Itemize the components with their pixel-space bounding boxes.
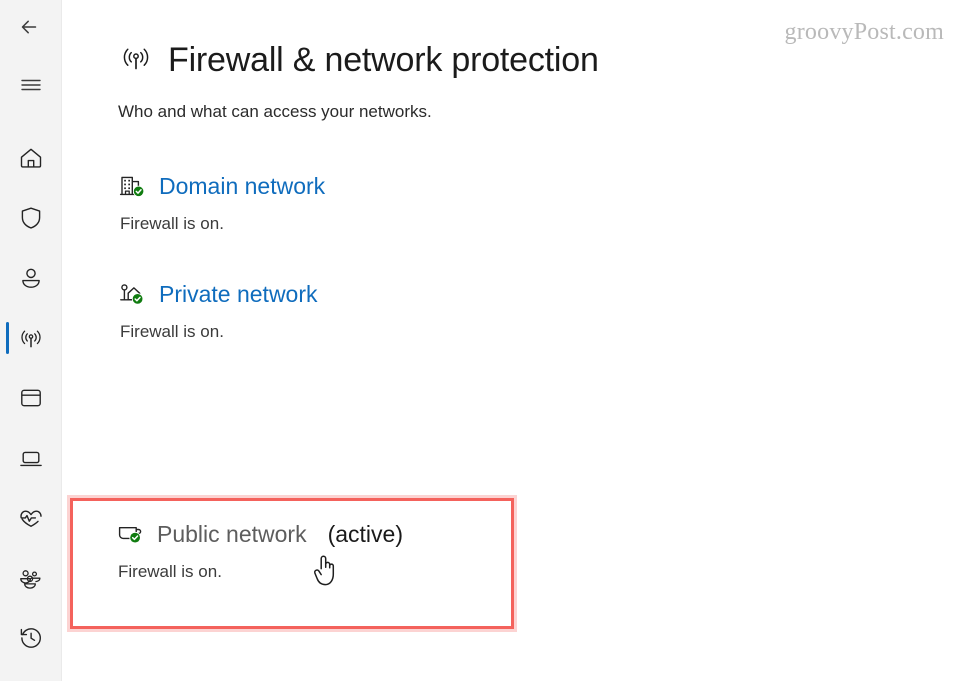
network-list: Domain network Firewall is on. Private n…	[118, 172, 970, 342]
network-link-domain[interactable]: Domain network	[159, 173, 325, 200]
sidebar-item-firewall-network-protection[interactable]	[0, 308, 62, 368]
history-clock-icon	[17, 624, 45, 652]
network-link-private[interactable]: Private network	[159, 281, 318, 308]
network-heading-row: Domain network	[118, 172, 970, 200]
domain-building-icon	[118, 172, 146, 200]
windows-security-window: groovyPost.com Firewall & network protec…	[0, 0, 970, 681]
app-window-icon	[17, 384, 45, 412]
network-status-private: Firewall is on.	[120, 322, 224, 341]
wifi-signal-icon	[118, 40, 154, 81]
hamburger-menu-button[interactable]	[0, 64, 62, 106]
sidebar-item-family-options[interactable]	[0, 548, 62, 608]
page-subtitle: Who and what can access your networks.	[118, 102, 432, 121]
network-section-private: Private network Firewall is on.	[118, 280, 970, 342]
watermark: groovyPost.com	[784, 19, 944, 45]
back-button[interactable]	[0, 6, 62, 48]
network-section-public: Public network (active) Firewall is on.	[116, 520, 516, 582]
home-icon	[17, 144, 45, 172]
content-pane: groovyPost.com Firewall & network protec…	[62, 0, 970, 681]
network-link-public[interactable]: Public network	[157, 521, 307, 548]
sidebar-item-account-protection[interactable]	[0, 248, 62, 308]
green-check-badge	[133, 185, 145, 197]
network-status-public: Firewall is on.	[118, 562, 222, 581]
sidebar-item-app-browser-control[interactable]	[0, 368, 62, 428]
network-heading-row: Public network (active)	[116, 520, 516, 548]
laptop-icon	[17, 444, 45, 472]
network-heading-row: Private network	[118, 280, 970, 308]
network-status-domain: Firewall is on.	[120, 214, 224, 233]
green-check-badge	[131, 293, 144, 305]
sidebar-item-protection-history[interactable]	[0, 608, 62, 668]
people-group-icon	[17, 564, 45, 592]
page-title: Firewall & network protection	[168, 41, 599, 79]
green-check-badge	[129, 531, 141, 544]
sidebar-item-device-security[interactable]	[0, 428, 62, 488]
private-house-icon	[118, 280, 146, 308]
sidebar-item-device-performance-health[interactable]	[0, 488, 62, 548]
public-monitor-icon	[116, 520, 144, 548]
hamburger-menu-icon	[17, 71, 45, 99]
wifi-signal-icon	[17, 324, 45, 352]
network-section-domain: Domain network Firewall is on.	[118, 172, 970, 234]
sidebar-item-virus-threat-protection[interactable]	[0, 188, 62, 248]
heart-pulse-icon	[17, 504, 45, 532]
sidebar-item-home[interactable]	[0, 128, 62, 188]
navigation-sidebar	[0, 0, 62, 681]
shield-icon	[17, 204, 45, 232]
network-active-badge: (active)	[327, 520, 403, 547]
person-icon	[17, 264, 45, 292]
back-arrow-icon	[16, 12, 46, 42]
